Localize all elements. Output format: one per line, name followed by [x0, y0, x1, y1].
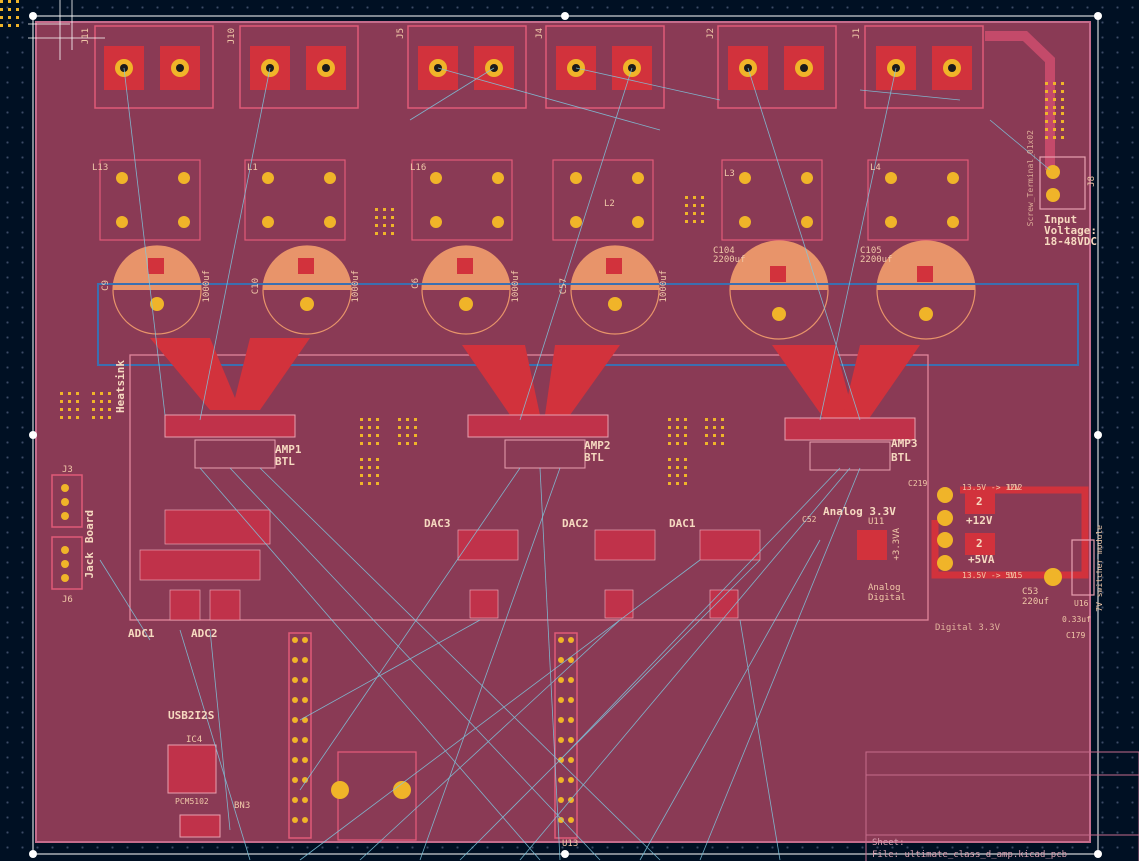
j6-label: J6 — [62, 595, 73, 605]
inductor-label-l2: L2 — [604, 199, 615, 209]
amp1-sub: BTL — [275, 455, 295, 468]
u15-label: U15 — [1008, 571, 1023, 580]
selection-handle-bl[interactable] — [29, 850, 37, 858]
ref-j11: J11 — [81, 28, 91, 45]
cap-c57: C57 — [559, 278, 569, 295]
pcb-canvas[interactable]: J11 J10 J5 J4 J2 J1 L13 L1 L16 L2 L3 L4 … — [0, 0, 1139, 861]
pcm-label: PCM5102 — [175, 797, 209, 806]
u16-label: U16 — [1074, 599, 1089, 608]
inductor-label-l16: L16 — [410, 163, 427, 173]
jack-label: Jack — [83, 552, 96, 579]
cap-c105-value: 2200uf — [860, 255, 893, 265]
bn3-label: BN3 — [234, 801, 251, 811]
selection-handle-tl[interactable] — [29, 12, 37, 20]
pcb-board-svg[interactable] — [0, 0, 1139, 861]
selection-handle-tr[interactable] — [1094, 12, 1102, 20]
dac1-label: DAC1 — [669, 517, 696, 530]
cap-c9-value: 1000uf — [202, 270, 212, 303]
inductor-label-l1: L1 — [247, 163, 258, 173]
reg-2-top: 2 — [976, 495, 983, 508]
board-label: Board — [83, 510, 96, 544]
c179-label: C179 — [1066, 631, 1086, 640]
j3-label: J3 — [62, 465, 73, 475]
inductor-label-l3: L3 — [724, 169, 735, 179]
digital-33v-label: Digital 3.3V — [935, 623, 1001, 633]
amp1-label: AMP1 — [275, 443, 302, 456]
usb-connector — [179, 814, 221, 838]
reg-2-bottom: 2 — [976, 537, 983, 550]
adc2-label: ADC2 — [191, 627, 218, 640]
cap-c10: C10 — [251, 278, 261, 295]
amp3-label: AMP3 — [891, 437, 918, 450]
plus33va-label: +3.3VA — [892, 528, 902, 561]
usb-ic — [167, 744, 217, 794]
sheet-label: Sheet: — [872, 838, 905, 848]
selection-handle-bm[interactable] — [561, 850, 569, 858]
plus5va-label: +5VA — [968, 553, 995, 566]
c52-label: C52 — [802, 515, 817, 524]
selection-handle-ml[interactable] — [29, 431, 37, 439]
ic4-label: IC4 — [186, 735, 203, 745]
digital-label: Digital — [868, 593, 906, 603]
u13-label: U13 — [562, 839, 579, 849]
ref-j4: J4 — [535, 28, 545, 39]
selection-handle-br[interactable] — [1094, 850, 1102, 858]
u11-label: U11 — [868, 517, 885, 527]
c179-value: 0.33uf — [1062, 615, 1091, 624]
switcher-module-label: 7V switcher module — [1095, 525, 1104, 612]
sheet-file: File: ultimate_class_d_amp.kicad_pcb — [872, 850, 1068, 860]
inductor-label-l13: L13 — [92, 163, 109, 173]
ref-j1: J1 — [852, 28, 862, 39]
heatsink-label: Heatsink — [114, 360, 127, 413]
cap-c6: C6 — [411, 278, 421, 289]
usb2i2s-label: USB2I2S — [168, 709, 215, 722]
inductor-label-l4: L4 — [870, 163, 881, 173]
c53-value: 220uf — [1022, 597, 1050, 607]
input-terminal-part: Screw_Terminal_01x02 — [1026, 130, 1035, 227]
input-voltage-line3: 18-48VDC — [1044, 235, 1097, 248]
amp2-sub: BTL — [584, 451, 604, 464]
input-terminal-ref: J8 — [1087, 176, 1097, 187]
transformer-pad — [331, 781, 349, 799]
ref-j2: J2 — [706, 28, 716, 39]
plus12v-label: +12V — [966, 514, 993, 527]
analog-label: Analog — [868, 583, 901, 593]
adc1-label: ADC1 — [128, 627, 155, 640]
amp2-label: AMP2 — [584, 439, 611, 452]
selection-handle-tm[interactable] — [561, 12, 569, 20]
dac2-label: DAC2 — [562, 517, 589, 530]
selection-handle-mr[interactable] — [1094, 431, 1102, 439]
cap-c104-value: 2200uf — [713, 255, 746, 265]
cap-c6-value: 1000uf — [511, 270, 521, 303]
cap-c57-value: 1000uf — [659, 270, 669, 303]
ref-j10: J10 — [227, 28, 237, 45]
cap-c9: C9 — [101, 280, 111, 291]
dac3-label: DAC3 — [424, 517, 451, 530]
c219-label: C219 — [908, 479, 928, 488]
c53-label: C53 — [1022, 587, 1039, 597]
analog-33v-label: Analog 3.3V — [823, 505, 896, 518]
u12-label: U12 — [1008, 483, 1023, 492]
ref-j5: J5 — [396, 28, 406, 39]
cap-c10-value: 1000uf — [351, 270, 361, 303]
amp3-sub: BTL — [891, 451, 911, 464]
